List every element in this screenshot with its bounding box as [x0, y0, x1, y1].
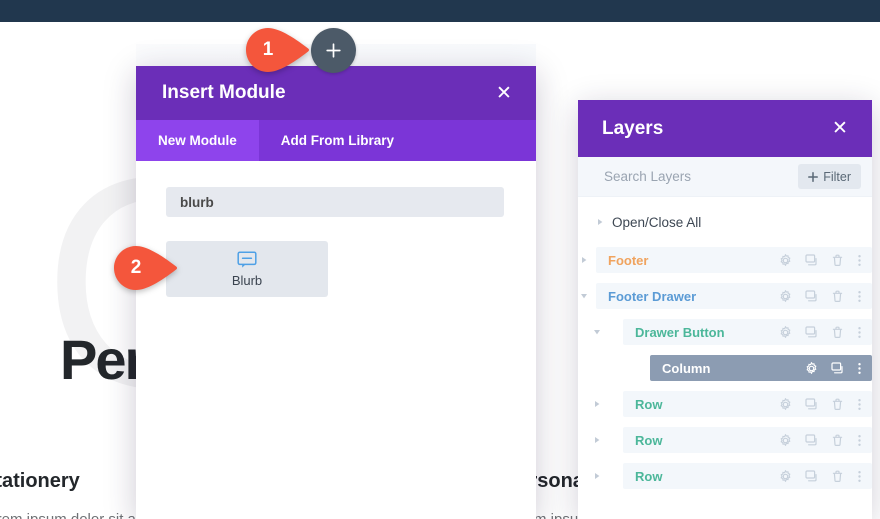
- layer-row[interactable]: Row: [578, 463, 872, 489]
- gear-icon[interactable]: [779, 470, 792, 483]
- chevron-right-icon: [594, 216, 606, 228]
- layer-actions: [779, 398, 862, 411]
- chevron-right-icon[interactable]: [578, 254, 590, 266]
- more-options-icon[interactable]: [857, 362, 862, 375]
- gear-icon[interactable]: [779, 254, 792, 267]
- close-icon[interactable]: ✕: [828, 117, 852, 141]
- plus-icon: [326, 43, 341, 58]
- gear-icon[interactable]: [779, 434, 792, 447]
- more-options-icon[interactable]: [857, 290, 862, 303]
- insert-module-title: Insert Module: [162, 82, 492, 104]
- insert-module-header: Insert Module ✕: [136, 66, 536, 120]
- layer-label: Drawer Button: [635, 325, 779, 340]
- layer-pill[interactable]: Row: [623, 427, 872, 453]
- add-module-button[interactable]: [311, 28, 356, 73]
- layer-actions: [779, 470, 862, 483]
- duplicate-icon[interactable]: [805, 434, 818, 447]
- filter-button-label: Filter: [823, 170, 851, 184]
- trash-icon[interactable]: [831, 254, 844, 267]
- layer-label: Footer: [608, 253, 779, 268]
- gear-icon[interactable]: [779, 290, 792, 303]
- layers-list: Open/Close All Footer Footer Drawer Drawer…: [578, 197, 872, 489]
- insert-module-tabs: New Module Add From Library: [136, 120, 536, 161]
- more-options-icon[interactable]: [857, 326, 862, 339]
- admin-top-bar: [0, 0, 880, 22]
- layer-pill[interactable]: Footer: [596, 247, 872, 273]
- duplicate-icon[interactable]: [831, 362, 844, 375]
- more-options-icon[interactable]: [857, 254, 862, 267]
- layer-label: Row: [635, 469, 779, 484]
- screen-root: C Personal Planner 3 Stationery Lorem ip…: [0, 0, 880, 519]
- open-close-all-row[interactable]: Open/Close All: [578, 211, 872, 233]
- gear-icon[interactable]: [805, 362, 818, 375]
- layer-actions: [805, 362, 862, 375]
- filter-button[interactable]: Filter: [798, 164, 861, 189]
- layer-label: Row: [635, 397, 779, 412]
- callout-marker-2: 2: [114, 246, 178, 290]
- layer-label: Footer Drawer: [608, 289, 779, 304]
- gear-icon[interactable]: [779, 398, 792, 411]
- layers-panel: Layers ✕ Filter Open/Close All FooterFoo…: [578, 100, 872, 519]
- tab-add-from-library[interactable]: Add From Library: [259, 120, 416, 161]
- chevron-down-icon[interactable]: [591, 326, 603, 338]
- layer-row[interactable]: Row: [578, 427, 872, 453]
- more-options-icon[interactable]: [857, 398, 862, 411]
- layer-row[interactable]: Row: [578, 391, 872, 417]
- layers-panel-header: Layers ✕: [578, 100, 872, 157]
- layer-actions: [779, 254, 862, 267]
- tab-new-module[interactable]: New Module: [136, 120, 259, 161]
- search-layers-input[interactable]: [602, 168, 798, 185]
- callout-marker-1-number: 1: [246, 28, 290, 72]
- caret-placeholder: [604, 362, 616, 374]
- layer-row[interactable]: Footer: [578, 247, 872, 273]
- callout-marker-1: 1: [246, 28, 310, 72]
- layer-row[interactable]: Column: [578, 355, 872, 381]
- trash-icon[interactable]: [831, 398, 844, 411]
- module-search-input[interactable]: [166, 187, 504, 217]
- layers-panel-title: Layers: [602, 118, 828, 140]
- layer-row[interactable]: Footer Drawer: [578, 283, 872, 309]
- chevron-down-icon[interactable]: [578, 290, 590, 302]
- page-left-subheading: Stationery: [0, 470, 80, 493]
- duplicate-icon[interactable]: [805, 254, 818, 267]
- layer-pill[interactable]: Footer Drawer: [596, 283, 872, 309]
- duplicate-icon[interactable]: [805, 326, 818, 339]
- trash-icon[interactable]: [831, 434, 844, 447]
- chevron-right-icon[interactable]: [591, 398, 603, 410]
- callout-marker-2-number: 2: [114, 246, 158, 290]
- more-options-icon[interactable]: [857, 434, 862, 447]
- layer-actions: [779, 434, 862, 447]
- trash-icon[interactable]: [831, 326, 844, 339]
- layer-label: Row: [635, 433, 779, 448]
- duplicate-icon[interactable]: [805, 398, 818, 411]
- duplicate-icon[interactable]: [805, 290, 818, 303]
- layer-rows-host: Footer Footer Drawer Drawer Button Column Ro…: [578, 247, 872, 489]
- trash-icon[interactable]: [831, 470, 844, 483]
- chevron-right-icon[interactable]: [591, 434, 603, 446]
- layer-row[interactable]: Drawer Button: [578, 319, 872, 345]
- gear-icon[interactable]: [779, 326, 792, 339]
- insert-module-body: Blurb: [136, 161, 536, 519]
- layer-actions: [779, 290, 862, 303]
- module-card-label: Blurb: [232, 273, 262, 288]
- open-close-all-label: Open/Close All: [612, 215, 701, 230]
- layer-actions: [779, 326, 862, 339]
- layer-pill[interactable]: Drawer Button: [623, 319, 872, 345]
- close-icon[interactable]: ✕: [492, 81, 516, 105]
- layer-pill-selected[interactable]: Column: [650, 355, 872, 381]
- layers-search-bar: Filter: [578, 157, 872, 197]
- module-card-blurb[interactable]: Blurb: [166, 241, 328, 297]
- layer-pill[interactable]: Row: [623, 391, 872, 417]
- layer-pill[interactable]: Row: [623, 463, 872, 489]
- insert-module-modal: Insert Module ✕ New Module Add From Libr…: [136, 66, 536, 519]
- blurb-speech-bubble-icon: [237, 251, 257, 269]
- duplicate-icon[interactable]: [805, 470, 818, 483]
- trash-icon[interactable]: [831, 290, 844, 303]
- chevron-right-icon[interactable]: [591, 470, 603, 482]
- module-results-grid: Blurb: [166, 241, 506, 297]
- more-options-icon[interactable]: [857, 470, 862, 483]
- layer-label: Column: [662, 361, 805, 376]
- plus-icon: [808, 172, 818, 182]
